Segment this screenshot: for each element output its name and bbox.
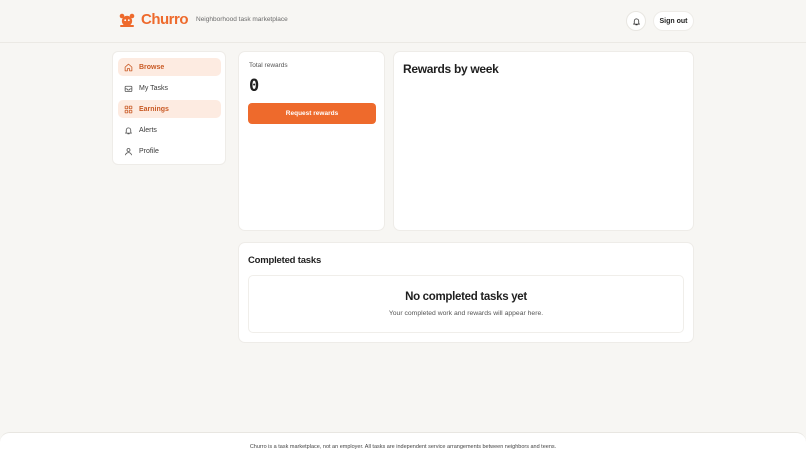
bell-icon xyxy=(632,18,640,25)
logo[interactable]: Churro xyxy=(118,11,189,29)
sidebar-item-alerts[interactable]: Alerts xyxy=(118,121,221,139)
total-rewards-card: Total rewards 0 Request rewards xyxy=(238,51,385,231)
sidebar-item-browse[interactable]: Browse xyxy=(118,58,221,76)
empty-state-title: No completed tasks yet xyxy=(405,291,527,303)
rewards-by-week-card: Rewards by week xyxy=(393,51,694,231)
sidebar-item-label: My Tasks xyxy=(139,84,169,92)
app-tagline: Neighborhood task marketplace xyxy=(196,16,288,23)
app-name: Churro xyxy=(141,11,189,28)
rewards-chart-area xyxy=(403,84,686,224)
home-icon xyxy=(124,63,133,71)
user-icon xyxy=(125,147,132,155)
grid-icon xyxy=(124,105,133,113)
sidebar-item-earnings[interactable]: Earnings xyxy=(118,100,221,118)
sidebar-item-label: Earnings xyxy=(139,105,169,113)
top-header: Churro Neighborhood task marketplace Sig… xyxy=(0,0,806,43)
rewards-by-week-title: Rewards by week xyxy=(403,62,499,76)
empty-state-subtitle: Your completed work and rewards will app… xyxy=(388,310,544,317)
request-rewards-button[interactable]: Request rewards xyxy=(248,103,376,124)
sign-out-button[interactable]: Sign out xyxy=(653,11,694,31)
sidebar-item-label: Browse xyxy=(139,63,165,71)
sidebar-item-my-tasks[interactable]: My Tasks xyxy=(118,79,221,97)
bell-icon xyxy=(125,126,132,134)
total-rewards-value: 0 xyxy=(249,76,260,96)
sidebar-nav: Browse My Tasks Earnings Alerts Profile xyxy=(112,51,226,165)
churro-logo-icon xyxy=(119,13,135,27)
notifications-button[interactable] xyxy=(626,11,646,31)
completed-tasks-title: Completed tasks xyxy=(248,255,322,266)
empty-state: No completed tasks yet Your completed wo… xyxy=(248,275,684,333)
app-frame: Churro Neighborhood task marketplace Sig… xyxy=(0,0,806,460)
sidebar-item-label: Profile xyxy=(139,147,159,155)
total-rewards-label: Total rewards xyxy=(249,62,288,69)
footer: Churro is a task marketplace, not an emp… xyxy=(0,432,806,460)
sidebar-item-label: Alerts xyxy=(139,126,157,134)
footer-disclaimer: Churro is a task marketplace, not an emp… xyxy=(249,444,557,450)
completed-tasks-card: Completed tasks No completed tasks yet Y… xyxy=(238,242,694,343)
inbox-icon xyxy=(124,85,133,92)
sidebar-item-profile[interactable]: Profile xyxy=(118,142,221,160)
